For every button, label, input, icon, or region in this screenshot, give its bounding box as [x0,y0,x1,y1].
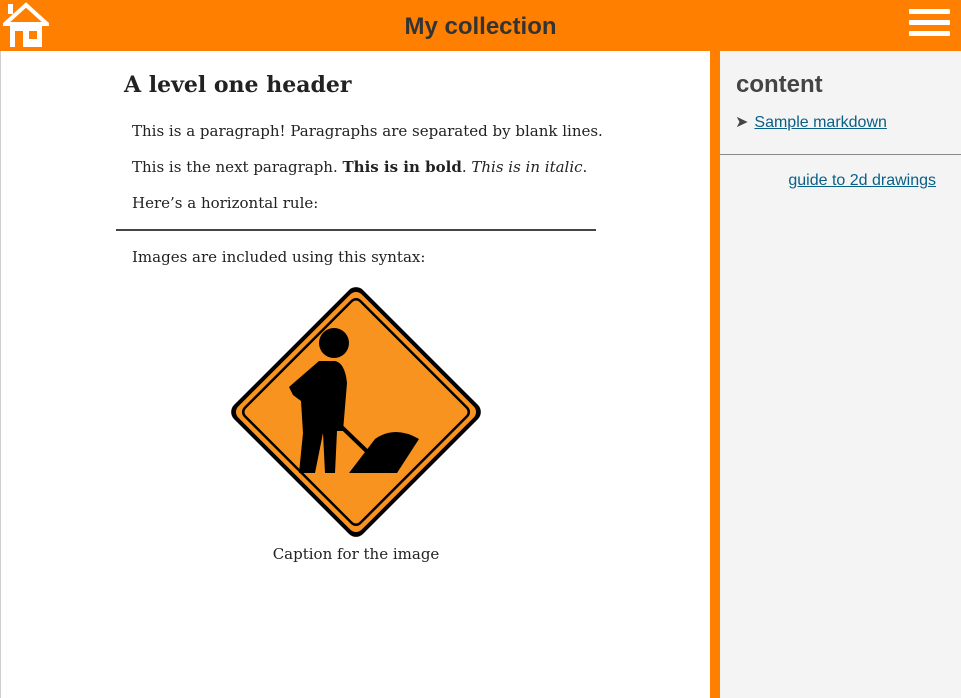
guide-link-container: guide to 2d drawings [788,172,936,190]
sidebar-divider [710,51,720,698]
article-heading: A level one header [124,72,352,98]
toc-item: ➤ Sample markdown [735,112,887,132]
paragraph-2: This is the next paragraph. This is in b… [132,158,587,176]
sidebar: content ➤ Sample markdown guide to 2d dra… [720,51,961,698]
top-bar: My collection [0,0,961,51]
sidebar-title: content [736,71,823,98]
paragraph-3: Here’s a horizontal rule: [132,194,319,212]
toc-link-sample-markdown[interactable]: Sample markdown [754,114,887,131]
paragraph-1: This is a paragraph! Paragraphs are sepa… [132,122,603,140]
image-caption: Caption for the image [272,545,440,563]
sidebar-separator [720,154,961,155]
hamburger-menu-icon [909,9,950,14]
paragraph-2-text: This is the next paragraph. [132,158,343,176]
italic-text: This is in italic [471,158,583,176]
horizontal-rule [116,229,596,231]
menu-button[interactable] [909,9,950,42]
bold-text: This is in bold [342,158,462,176]
main-content: A level one header This is a paragraph! … [0,51,710,698]
paragraph-2-end: . [582,158,588,176]
paragraph-2-mid: . [461,158,472,176]
paragraph-4: Images are included using this syntax: [132,248,426,266]
arrow-right-icon: ➤ [735,114,749,131]
app-title: My collection [404,13,557,40]
road-work-sign-icon [231,287,481,537]
guide-link[interactable]: guide to 2d drawings [788,172,936,189]
